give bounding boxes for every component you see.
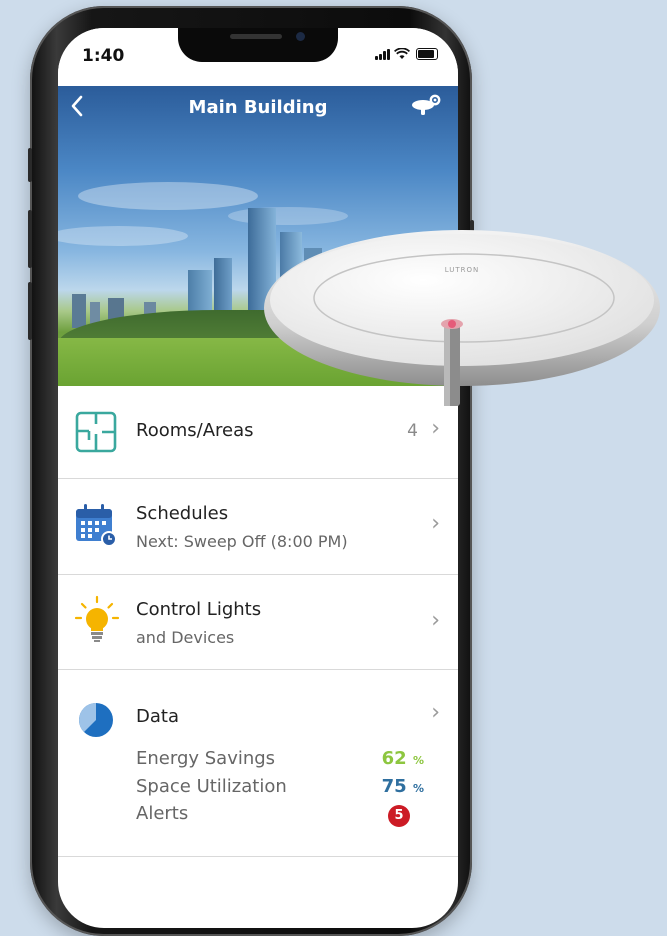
menu-subtitle: and Devices (136, 628, 235, 647)
calendar-icon (76, 504, 117, 547)
status-icons (375, 48, 438, 60)
menu-item-data[interactable]: Data › Energy Savings 62 % Space Utiliza… (58, 670, 458, 857)
alerts-badge[interactable]: 5 (388, 805, 410, 827)
menu-label: Control Lights (136, 599, 262, 620)
occupancy-sensor-image: LUTRON (264, 230, 660, 406)
menu-label: Schedules (136, 503, 229, 524)
chevron-right-icon: › (431, 416, 440, 441)
menu-list: Rooms/Areas 4 › Schedules Next: Sweep Of… (58, 386, 458, 857)
rooms-count: 4 (407, 421, 418, 441)
phone-screen: 1:40 Main Building Rooms/Areas 4 › Sched… (58, 28, 458, 928)
notch (178, 28, 338, 62)
sensor-settings-button[interactable] (410, 94, 442, 122)
volume-up-button (28, 210, 32, 268)
page-title: Main Building (188, 97, 328, 118)
menu-item-control-lights[interactable]: Control Lights and Devices › (58, 575, 458, 670)
status-time: 1:40 (82, 46, 125, 66)
lightbulb-icon (74, 595, 120, 642)
volume-down-button (28, 282, 32, 340)
menu-subtitle: Next: Sweep Off (8:00 PM) (136, 532, 348, 551)
building (72, 294, 86, 328)
mute-switch (28, 148, 32, 182)
menu-label: Data (136, 706, 179, 727)
menu-item-schedules[interactable]: Schedules Next: Sweep Off (8:00 PM) › (58, 479, 458, 575)
signal-icon (375, 49, 390, 60)
battery-icon (416, 48, 438, 60)
stat-label-alerts: Alerts (136, 803, 189, 824)
speaker-grille (230, 34, 282, 39)
chevron-right-icon: › (431, 700, 440, 725)
pie-chart-icon (79, 703, 113, 737)
energy-savings-value: 62 % (381, 748, 424, 769)
status-bar: 1:40 (58, 28, 458, 86)
nav-bar: Main Building (58, 86, 458, 130)
front-camera (296, 32, 305, 41)
chevron-right-icon: › (431, 608, 440, 633)
sensor-settings-icon (412, 94, 441, 115)
floorplan-icon (75, 411, 117, 453)
wifi-icon (394, 48, 410, 59)
brand-label: LUTRON (445, 266, 480, 274)
stat-label-energy: Energy Savings (136, 748, 276, 769)
chevron-right-icon: › (431, 511, 440, 536)
stat-label-space: Space Utilization (136, 776, 287, 797)
space-utilization-value: 75 % (381, 776, 424, 797)
menu-label: Rooms/Areas (136, 420, 254, 441)
